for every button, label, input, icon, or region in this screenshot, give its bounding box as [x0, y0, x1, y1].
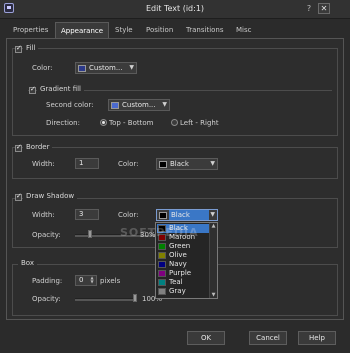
scroll-down-icon[interactable]: ▼ — [210, 292, 217, 298]
box-opacity-track — [75, 298, 137, 301]
tab-bar: Properties Appearance Style Position Tra… — [6, 22, 344, 40]
padding-unit: pixels — [100, 277, 121, 285]
close-button[interactable]: ✕ — [318, 3, 330, 14]
box-opacity-slider[interactable] — [133, 294, 137, 302]
chevron-down-icon: ▼ — [162, 101, 167, 108]
radio-top-bottom[interactable] — [100, 119, 107, 126]
color-option-olive[interactable]: Olive — [157, 251, 211, 260]
chevron-down-icon: ▼ — [129, 64, 134, 71]
second-color-swatch — [111, 102, 119, 109]
border-color-select[interactable]: Black ▼ — [156, 158, 218, 170]
top-bottom-label: Top - Bottom — [109, 119, 154, 127]
color-swatch — [158, 279, 166, 286]
color-option-teal[interactable]: Teal — [157, 278, 211, 287]
color-option-navy[interactable]: Navy — [157, 260, 211, 269]
ok-button[interactable]: OK — [187, 331, 225, 345]
fill-color-value: Custom... — [89, 64, 123, 72]
help-button[interactable]: Help — [298, 331, 336, 345]
border-color-value: Black — [170, 160, 189, 168]
dropdown-scrollbar[interactable]: ▲ ▼ — [209, 223, 217, 298]
padding-input[interactable]: 0 ▲ ▼ — [75, 275, 97, 286]
shadow-width-label: Width: — [32, 211, 55, 219]
color-swatch — [158, 252, 166, 259]
tab-style[interactable]: Style — [110, 22, 138, 38]
tab-properties[interactable]: Properties — [8, 22, 53, 38]
color-option-green[interactable]: Green — [157, 242, 211, 251]
fill-color-select[interactable]: Custom... ▼ — [75, 62, 137, 74]
shadow-color-swatch — [159, 212, 167, 219]
border-legend: Border — [23, 143, 53, 152]
shadow-width-value: 3 — [79, 210, 84, 218]
color-option-gray[interactable]: Gray — [157, 287, 211, 296]
border-width-input[interactable]: 1 — [75, 158, 99, 169]
box-opacity-label: Opacity: — [32, 295, 61, 303]
shadow-color-label: Color: — [118, 211, 139, 219]
direction-label: Direction: — [46, 119, 80, 127]
gradient-checkbox[interactable] — [29, 85, 36, 94]
shadow-color-select[interactable]: Black ▼ — [156, 209, 218, 221]
softpedia-watermark: SOFTPEDIA — [120, 226, 199, 239]
shadow-checkbox[interactable] — [15, 192, 22, 201]
shadow-opacity-label: Opacity: — [32, 231, 61, 239]
left-right-label: Left - Right — [180, 119, 219, 127]
second-color-label: Second color: — [46, 101, 94, 109]
spinner-arrows-icon[interactable]: ▲ ▼ — [89, 276, 95, 284]
box-legend: Box — [18, 259, 38, 268]
radio-left-right[interactable] — [171, 119, 178, 126]
fill-checkbox[interactable] — [15, 44, 22, 53]
shadow-color-value: Black — [169, 210, 209, 220]
border-checkbox[interactable] — [15, 143, 22, 152]
fill-color-label: Color: — [32, 64, 53, 72]
second-color-select[interactable]: Custom... ▼ — [108, 99, 170, 111]
tab-misc[interactable]: Misc — [231, 22, 256, 38]
fill-color-swatch — [78, 65, 86, 72]
color-swatch — [158, 243, 166, 250]
fill-legend: Fill — [23, 44, 39, 53]
padding-value: 0 — [79, 276, 84, 284]
color-option-purple[interactable]: Purple — [157, 269, 211, 278]
shadow-width-input[interactable]: 3 — [75, 209, 99, 220]
color-swatch — [158, 270, 166, 277]
tab-transitions[interactable]: Transitions — [181, 22, 229, 38]
chevron-down-icon: ▼ — [210, 160, 215, 167]
border-color-swatch — [159, 161, 167, 168]
tab-position[interactable]: Position — [141, 22, 178, 38]
border-width-label: Width: — [32, 160, 55, 168]
border-width-value: 1 — [79, 159, 84, 167]
padding-label: Padding: — [32, 277, 63, 285]
shadow-legend: Draw Shadow — [23, 192, 78, 201]
color-swatch — [158, 261, 166, 268]
gradient-legend: Gradient fill — [37, 85, 84, 94]
color-swatch — [158, 288, 166, 295]
help-icon[interactable]: ? — [304, 3, 314, 14]
shadow-opacity-slider[interactable] — [88, 230, 93, 238]
cancel-button[interactable]: Cancel — [249, 331, 287, 345]
window-title: Edit Text (id:1) — [145, 4, 205, 13]
second-color-value: Custom... — [122, 101, 156, 109]
scroll-up-icon[interactable]: ▲ — [210, 223, 217, 229]
border-color-label: Color: — [118, 160, 139, 168]
chevron-down-icon: ▼ — [210, 211, 215, 218]
